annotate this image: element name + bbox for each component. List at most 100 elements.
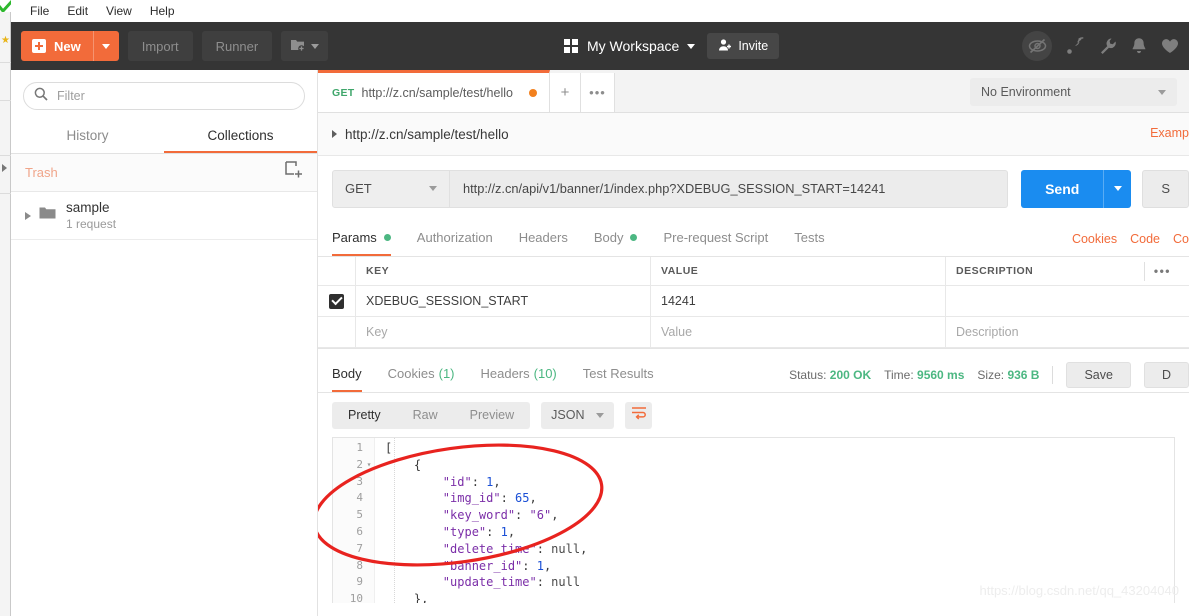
tab-params-label: Params: [332, 230, 377, 245]
menu-item-file[interactable]: File: [21, 2, 58, 20]
size-value: 936 B: [1007, 368, 1040, 382]
tab-authorization[interactable]: Authorization: [417, 221, 493, 256]
save-response-button[interactable]: Save: [1066, 362, 1131, 388]
view-mode-pretty[interactable]: Pretty: [332, 402, 397, 429]
code-text: [: [385, 441, 393, 455]
cookies-count: (1): [438, 366, 455, 381]
row-key[interactable]: XDEBUG_SESSION_START: [356, 286, 651, 317]
invite-button[interactable]: Invite: [707, 33, 780, 59]
collection-name: sample: [66, 200, 110, 215]
code-link[interactable]: Code: [1130, 232, 1160, 246]
row-checkbox-placeholder[interactable]: [318, 317, 356, 348]
new-tab-button[interactable]: +: [549, 73, 581, 112]
tab-body[interactable]: Body: [594, 221, 638, 256]
wrench-icon[interactable]: [1099, 37, 1117, 55]
header-icon-group: [1022, 22, 1179, 70]
menu-item-edit[interactable]: Edit: [58, 2, 97, 20]
new-collection-icon[interactable]: [285, 161, 303, 184]
bell-icon[interactable]: [1131, 37, 1147, 55]
response-view-bar: Pretty Raw Preview JSON: [318, 393, 1189, 437]
method-selector[interactable]: GET: [332, 169, 450, 208]
request-tab[interactable]: GET http://z.cn/sample/test/hello: [318, 70, 550, 112]
examples-link[interactable]: Examp: [1150, 126, 1189, 140]
line-number: 5: [356, 508, 363, 522]
chevron-right-icon[interactable]: [332, 130, 337, 138]
row-value-placeholder[interactable]: Value: [651, 317, 946, 348]
menu-bar: File Edit View Help: [11, 0, 1189, 22]
row-description-placeholder[interactable]: Description: [946, 317, 1189, 348]
heart-icon[interactable]: [1161, 38, 1179, 54]
filter-wrapper: [11, 70, 317, 120]
download-response-button[interactable]: D: [1143, 362, 1189, 388]
collection-item-sample[interactable]: sample 1 request: [11, 192, 317, 240]
menu-item-help[interactable]: Help: [141, 2, 184, 20]
status-badge: 200 OK: [829, 368, 872, 382]
filter-box[interactable]: [23, 82, 305, 110]
import-button[interactable]: Import: [127, 31, 193, 61]
new-button[interactable]: New: [21, 31, 119, 61]
url-input[interactable]: http://z.cn/api/v1/banner/1/index.php?XD…: [450, 169, 1009, 208]
table-row[interactable]: XDEBUG_SESSION_START 14241: [318, 286, 1189, 317]
menu-item-view[interactable]: View: [97, 2, 141, 20]
trash-row[interactable]: Trash: [11, 154, 317, 192]
tab-tests[interactable]: Tests: [794, 221, 824, 256]
line-number: 3: [356, 474, 363, 488]
table-row-placeholder[interactable]: Key Value Description: [318, 317, 1189, 348]
bulk-edit-icon[interactable]: •••: [1154, 264, 1171, 278]
sidebar-tab-history[interactable]: History: [11, 120, 164, 153]
wrap-lines-button[interactable]: [625, 401, 653, 429]
active-dot-icon: [383, 234, 391, 241]
response-body-viewer[interactable]: 1[2 ▾ {3 "id": 1, 4 "img_id": 65, 5 "key_wo…: [332, 437, 1175, 603]
sidebar-tab-collections[interactable]: Collections: [164, 120, 317, 153]
tab-params[interactable]: Params: [332, 221, 391, 256]
chevron-down-icon: [1158, 89, 1166, 95]
view-mode-preview[interactable]: Preview: [454, 402, 530, 429]
save-request-button[interactable]: S: [1142, 169, 1189, 208]
row-key-placeholder[interactable]: Key: [356, 317, 651, 348]
divider: [1144, 262, 1145, 281]
code-text: "update_time": null: [442, 575, 581, 590]
fold-arrow-icon[interactable]: ▾: [363, 457, 375, 474]
line-number: 7: [356, 541, 363, 555]
row-value[interactable]: 14241: [651, 286, 946, 317]
tab-headers[interactable]: Headers: [519, 221, 568, 256]
eye-off-icon[interactable]: [1022, 31, 1052, 61]
chevron-down-icon: [596, 412, 605, 418]
environment-selector[interactable]: No Environment: [970, 78, 1177, 106]
comments-link[interactable]: Co: [1173, 232, 1189, 246]
response-format-selector[interactable]: JSON: [541, 401, 615, 429]
runner-button[interactable]: Runner: [201, 31, 273, 61]
new-dropdown-caret[interactable]: [92, 31, 119, 61]
tab-pre-request-script[interactable]: Pre-request Script: [663, 221, 768, 256]
code-line: 4 "img_id": 65,: [333, 490, 1174, 507]
headers-count: (10): [533, 366, 557, 381]
wrap-lines-icon: [631, 406, 647, 425]
folder-icon: [39, 206, 56, 225]
response-json-code[interactable]: 1[2 ▾ {3 "id": 1, 4 "img_id": 65, 5 "key_wo…: [333, 438, 1174, 603]
code-text: "type": 1,: [442, 524, 516, 539]
status-group: Status: 200 OK: [789, 368, 871, 382]
sidebar-tabs: History Collections: [11, 120, 317, 154]
row-description[interactable]: [946, 286, 1189, 317]
size-group: Size: 936 B: [977, 368, 1039, 382]
send-button[interactable]: Send: [1021, 169, 1104, 208]
view-mode-raw[interactable]: Raw: [397, 402, 454, 429]
satellite-icon[interactable]: [1066, 37, 1085, 55]
header-cell-key: KEY: [356, 257, 651, 286]
header-cell-value: VALUE: [651, 257, 946, 286]
response-tab-headers[interactable]: Headers (10): [481, 357, 557, 392]
response-tab-cookies[interactable]: Cookies (1): [388, 357, 455, 392]
tab-options-button[interactable]: •••: [580, 73, 615, 112]
cookies-link[interactable]: Cookies: [1072, 232, 1117, 246]
request-tab-url: http://z.cn/sample/test/hello: [361, 85, 513, 100]
send-dropdown-caret[interactable]: [1103, 169, 1132, 208]
watermark: https://blog.csdn.net/qq_43204040: [979, 583, 1180, 598]
chevron-right-icon[interactable]: [25, 211, 31, 220]
environment-label: No Environment: [981, 85, 1071, 99]
response-tab-test-results[interactable]: Test Results: [583, 357, 654, 392]
response-tab-body[interactable]: Body: [332, 357, 362, 392]
search-input[interactable]: [57, 89, 294, 103]
new-folder-button[interactable]: [281, 31, 329, 61]
row-checkbox[interactable]: [318, 286, 356, 317]
workspace-switcher[interactable]: My Workspace Invite: [564, 22, 780, 70]
